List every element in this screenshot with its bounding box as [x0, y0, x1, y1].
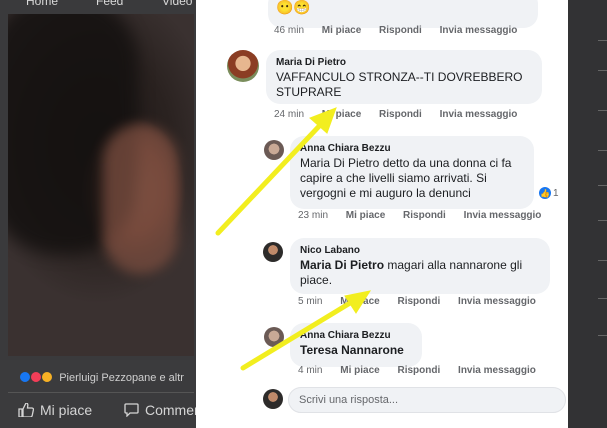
comment-text: Teresa Nannarone	[300, 343, 412, 358]
avatar[interactable]	[263, 242, 283, 262]
nav-home[interactable]: Home	[26, 0, 58, 8]
comment-meta: 24 min Mi piace Rispondi Invia messaggio	[274, 109, 532, 120]
comment-meta: 5 min Mi piace Rispondi Invia messaggio	[298, 296, 551, 307]
comment-author[interactable]: Anna Chiara Bezzu	[300, 330, 412, 341]
comment-author[interactable]: Maria Di Pietro	[276, 57, 532, 68]
divider	[598, 185, 607, 186]
comment-bubble: Maria Di Pietro VAFFANCULO STRONZA--TI D…	[266, 50, 542, 104]
comment-author[interactable]: Anna Chiara Bezzu	[300, 143, 524, 154]
like-link[interactable]: Mi piace	[340, 365, 379, 376]
like-label: Mi piace	[40, 402, 93, 418]
comment-text: VAFFANCULO STRONZA--TI DOVREBBERO STUPRA…	[276, 70, 523, 99]
comment-time: 23 min	[298, 210, 329, 221]
reaction-count-badge[interactable]: 👍 1	[539, 187, 559, 199]
reply-input[interactable]: Scrivi una risposta...	[288, 387, 566, 413]
nav-video[interactable]: Video	[162, 0, 192, 8]
thumbs-up-icon	[18, 403, 34, 417]
reply-link[interactable]: Rispondi	[379, 109, 422, 120]
divider	[8, 392, 194, 393]
divider	[598, 70, 607, 71]
divider	[598, 298, 607, 299]
reactions-text: Pierluigi Pezzopane e altr	[59, 372, 184, 384]
divider	[598, 150, 607, 151]
reply-link[interactable]: Rispondi	[397, 296, 440, 307]
avatar	[263, 389, 283, 409]
mention-link[interactable]: Teresa Nannarone	[300, 343, 404, 357]
comment-text: Maria Di Pietro magari alla nannarone gl…	[300, 258, 540, 288]
comment-bubble: Nico Labano Maria Di Pietro magari alla …	[290, 238, 550, 294]
reactions-summary[interactable]: Pierluigi Pezzopane e altr	[20, 372, 184, 384]
nav-feed[interactable]: Feed	[96, 0, 123, 8]
comment-time: 5 min	[298, 296, 323, 307]
comment-button[interactable]: Commen	[124, 402, 202, 418]
message-link[interactable]: Invia messaggio	[440, 25, 518, 36]
avatar[interactable]	[264, 140, 284, 160]
divider	[598, 110, 607, 111]
message-link[interactable]: Invia messaggio	[464, 210, 542, 221]
like-link[interactable]: Mi piace	[322, 109, 361, 120]
thumbs-up-icon: 👍	[539, 187, 551, 199]
comment-time: 46 min	[274, 25, 305, 36]
message-link[interactable]: Invia messaggio	[458, 365, 536, 376]
comment-time: 24 min	[274, 109, 305, 120]
comment-bubble-previous: 😶😁	[268, 0, 538, 28]
comment-icon	[124, 403, 139, 417]
photo-face	[103, 124, 178, 274]
like-link[interactable]: Mi piace	[346, 210, 385, 221]
avatar[interactable]	[264, 327, 284, 347]
message-link[interactable]: Invia messaggio	[440, 109, 518, 120]
reply-link[interactable]: Rispondi	[403, 210, 446, 221]
divider	[598, 220, 607, 221]
emoji-text: 😶😁	[276, 0, 311, 15]
divider	[598, 40, 607, 41]
comment-bubble: Anna Chiara Bezzu Teresa Nannarone	[290, 323, 422, 367]
haha-reaction-icon	[42, 372, 53, 382]
divider	[598, 260, 607, 261]
comment-bubble: Anna Chiara Bezzu Maria Di Pietro detto …	[290, 136, 534, 209]
like-button[interactable]: Mi piace	[18, 402, 92, 418]
comment-label: Commen	[145, 402, 202, 418]
post-photo[interactable]	[8, 14, 194, 356]
love-reaction-icon	[31, 372, 42, 382]
comment-author[interactable]: Nico Labano	[300, 245, 540, 256]
comment-meta: 4 min Mi piace Rispondi Invia messaggio	[298, 365, 551, 376]
reaction-count: 1	[553, 187, 559, 199]
avatar[interactable]	[227, 50, 259, 82]
reply-link[interactable]: Rispondi	[379, 25, 422, 36]
like-reaction-icon	[20, 372, 30, 382]
like-link[interactable]: Mi piace	[322, 25, 361, 36]
divider	[598, 335, 607, 336]
right-sidebar	[568, 0, 607, 428]
comment-text: Maria Di Pietro detto da una donna ci fa…	[300, 156, 512, 200]
reply-link[interactable]: Rispondi	[397, 365, 440, 376]
mention-link[interactable]: Maria Di Pietro	[300, 258, 384, 272]
comment-time: 4 min	[298, 365, 323, 376]
like-link[interactable]: Mi piace	[340, 296, 379, 307]
comment-meta: 23 min Mi piace Rispondi Invia messaggio	[298, 210, 556, 221]
comment-meta: 46 min Mi piace Rispondi Invia messaggio	[274, 25, 532, 36]
message-link[interactable]: Invia messaggio	[458, 296, 536, 307]
top-nav: Home Feed Video	[0, 0, 196, 10]
